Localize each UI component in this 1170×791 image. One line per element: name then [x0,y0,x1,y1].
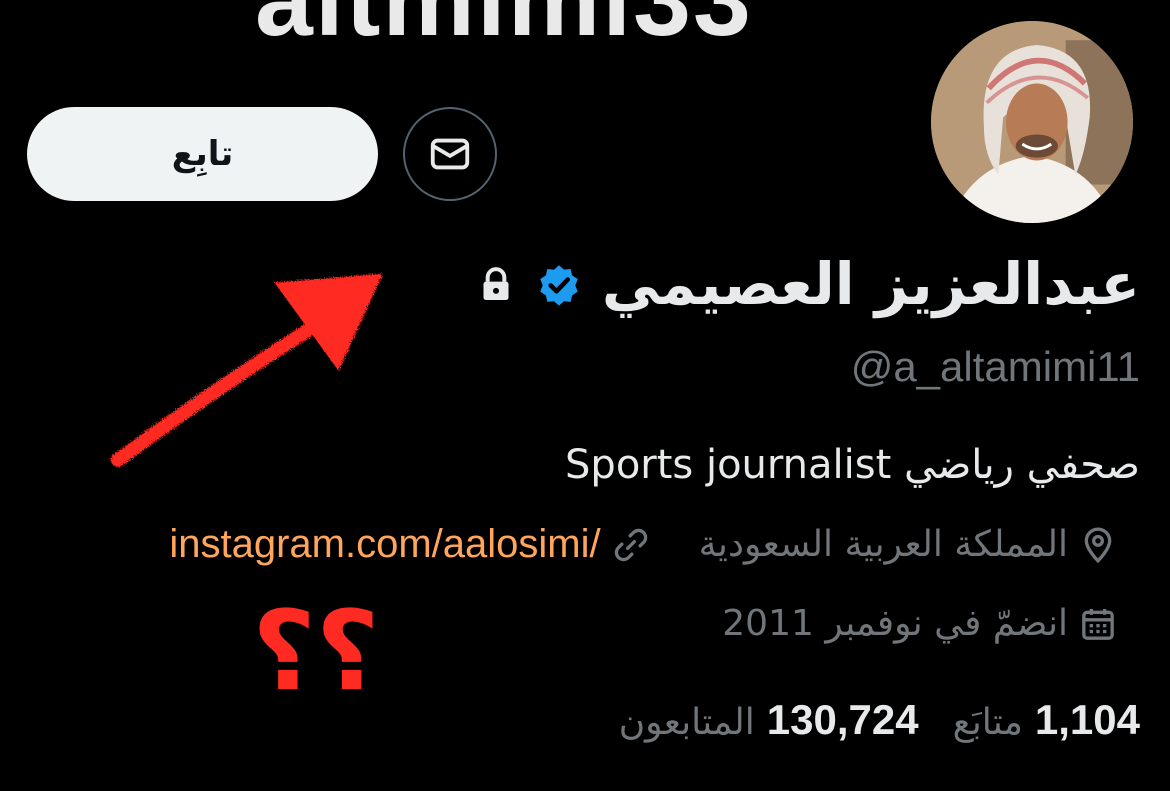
annotation-question-marks: ؟؟ [252,587,380,715]
location-item: المملكة العربية السعودية [699,524,1118,565]
username-handle: @a_altamimi11 [850,343,1140,390]
annotation-arrow [111,273,383,467]
website-item[interactable]: instagram.com/aalosimi/ [169,522,650,567]
avatar[interactable] [927,17,1137,227]
mail-icon [430,138,470,170]
display-name-row: عبدالعزيز العصيمي [476,250,1140,320]
follow-button[interactable]: تابِع [27,107,378,201]
follow-stats: المتابعون 130,724 متابَع 1,104 [619,696,1140,744]
location-text: المملكة العربية السعودية [698,524,1068,565]
avatar-photo [931,21,1133,223]
verified-badge-icon[interactable] [534,260,584,310]
following-label: متابَع [952,702,1023,743]
location-pin-icon [1084,527,1112,563]
joined-date-text: انضمّ في نوفمبر 2011 [722,603,1068,644]
lock-icon [476,265,516,305]
following-stat[interactable]: متابَع 1,104 [953,696,1140,744]
followers-count: 130,724 [766,696,919,743]
profile-info-row: instagram.com/aalosimi/ المملكة العربية … [169,522,1118,567]
website-link[interactable]: instagram.com/aalosimi/ [169,522,600,567]
following-count: 1,104 [1034,696,1140,743]
display-name: عبدالعزيز العصيمي [601,250,1140,318]
link-icon [614,528,647,561]
banner-text: altmimi33 [255,0,753,58]
followers-label: المتابعون [618,702,755,743]
calendar-icon [1082,608,1114,640]
profile-bio: صحفي رياضي Sports journalist [565,442,1140,488]
joined-date-row: انضمّ في نوفمبر 2011 [722,603,1118,644]
message-button[interactable] [403,107,497,201]
followers-stat[interactable]: المتابعون 130,724 [619,696,919,744]
